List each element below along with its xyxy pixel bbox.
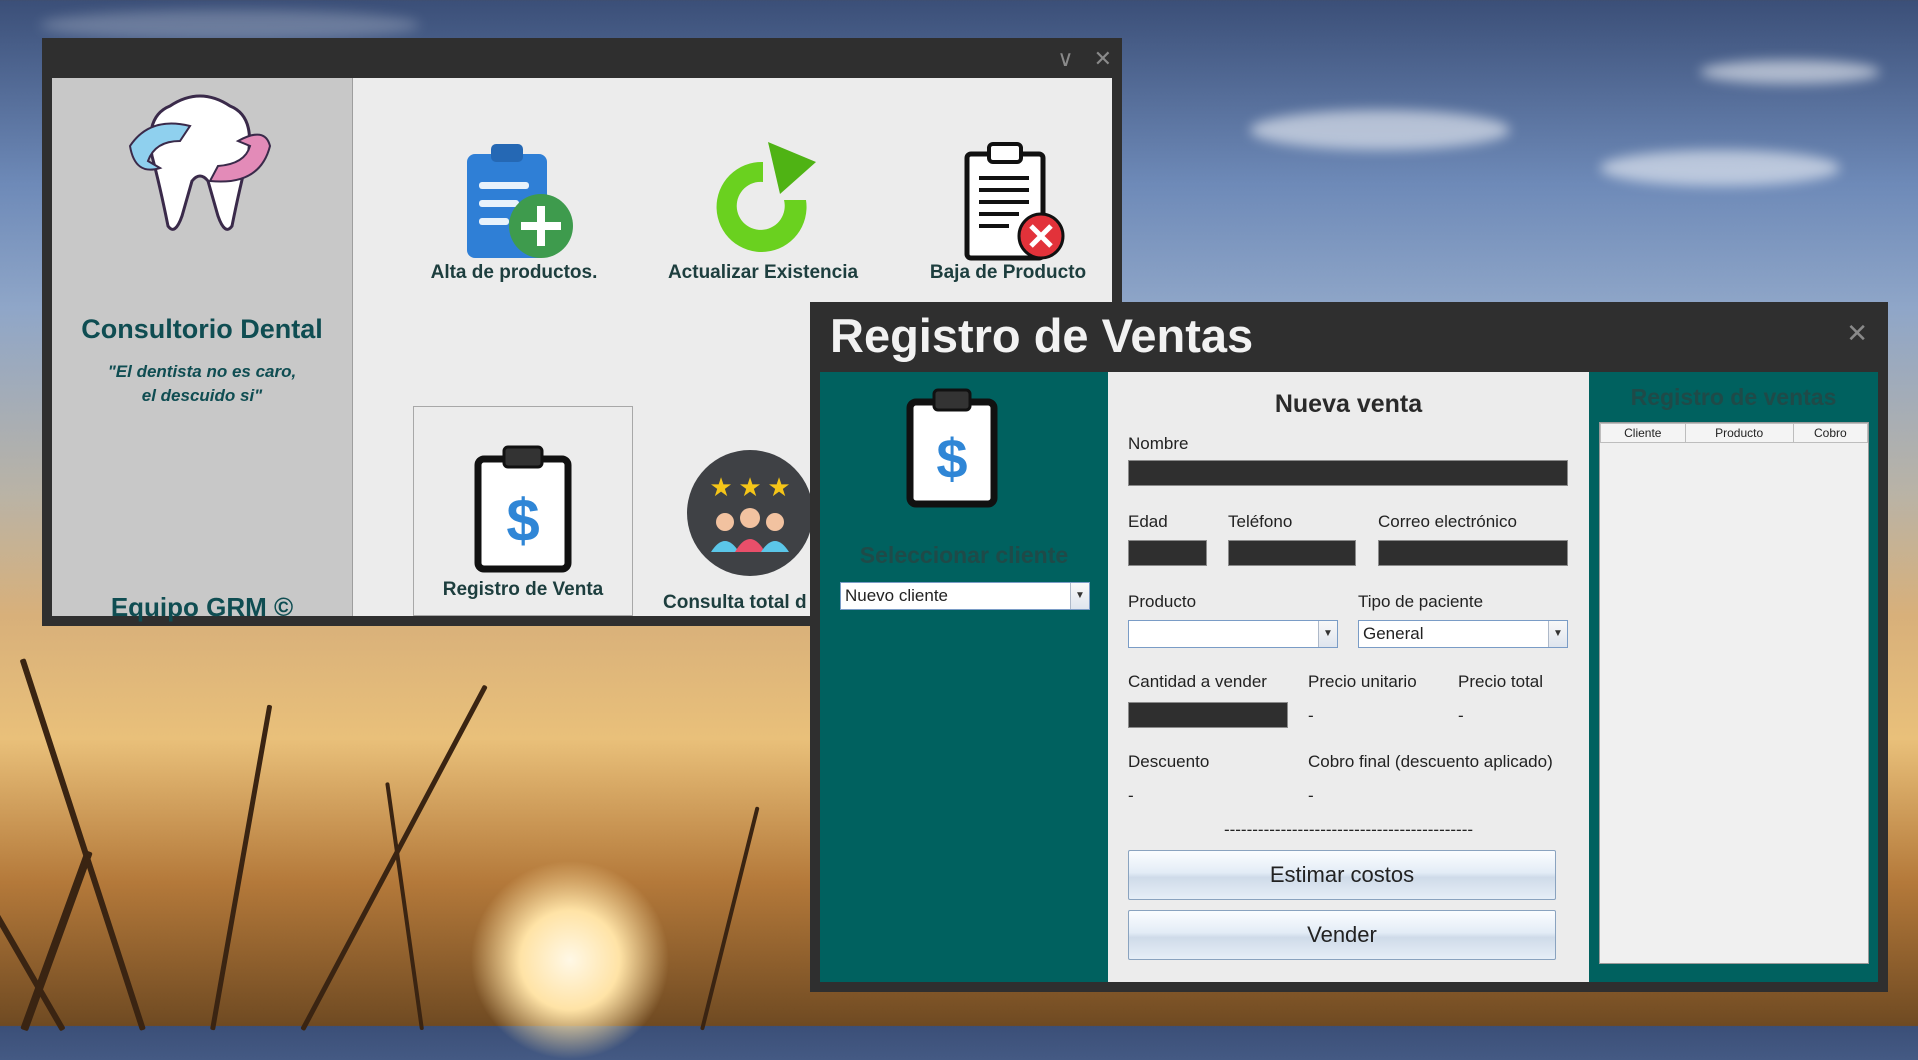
svg-text:$: $ <box>506 487 539 554</box>
sales-table: Cliente Producto Cobro <box>1600 423 1869 443</box>
tile-actualizar-existencia[interactable]: Actualizar Existencia <box>658 142 868 292</box>
cobro-final-value: - <box>1308 786 1314 805</box>
telefono-field[interactable] <box>1228 540 1356 566</box>
brand-title: Consultorio Dental <box>81 314 323 344</box>
precio-unitario-value: - <box>1308 706 1314 725</box>
customers-rating-icon: ★ ★ ★ <box>685 448 815 578</box>
cantidad-field[interactable] <box>1128 702 1288 728</box>
tile-consulta-total-label: Consulta total d <box>663 592 807 613</box>
sales-window-title: Registro de Ventas <box>830 309 1254 362</box>
client-select-value: Nuevo cliente <box>845 586 949 605</box>
producto-label: Producto <box>1128 592 1197 611</box>
precio-total-label: Precio total <box>1458 672 1544 691</box>
correo-label: Correo electrónico <box>1378 512 1517 531</box>
sales-window: Registro de Ventas ✕ $ Seleccionar clien… <box>810 302 1888 992</box>
brand-quote-line2: el descuido si" <box>141 386 263 405</box>
svg-text:★: ★ <box>709 472 732 502</box>
sales-record-heading: Registro de ventas <box>1630 384 1837 410</box>
edad-field[interactable] <box>1128 540 1207 566</box>
tooth-logo-icon <box>120 86 280 236</box>
tile-alta-productos-label: Alta de productos. <box>430 262 598 283</box>
svg-text:★: ★ <box>738 472 761 502</box>
tile-registro-venta-label: Registro de Venta <box>442 579 604 600</box>
tile-actualizar-existencia-label: Actualizar Existencia <box>667 262 859 283</box>
team-credit: Equipo GRM © <box>110 592 294 622</box>
minimize-chevron-icon[interactable]: ∨ <box>1057 46 1073 71</box>
sales-record-panel: Registro de ventas Cliente Producto Cobr… <box>1589 372 1878 982</box>
brand-quote-line1: "El dentista no es caro, <box>107 362 297 381</box>
clipboard-add-icon <box>449 142 579 262</box>
refresh-icon <box>698 142 828 262</box>
svg-text:★: ★ <box>767 472 790 502</box>
client-panel: $ Seleccionar cliente Nuevo cliente ▼ <box>820 372 1108 982</box>
tipo-paciente-label: Tipo de paciente <box>1358 592 1484 611</box>
clipboard-dollar-icon: $ <box>468 443 578 573</box>
edad-label: Edad <box>1128 512 1168 531</box>
producto-select[interactable]: ▼ <box>1128 620 1338 648</box>
main-sidebar: Consultorio Dental "El dentista no es ca… <box>52 78 353 622</box>
form-heading: Nueva venta <box>1274 390 1423 418</box>
separator-line: ----------------------------------------… <box>1223 820 1474 839</box>
sales-table-header-row: Cliente Producto Cobro <box>1600 423 1869 443</box>
vender-button[interactable]: Vender <box>1128 910 1556 960</box>
precio-total-value: - <box>1458 706 1464 725</box>
chevron-down-icon: ▼ <box>1318 621 1337 647</box>
close-icon[interactable]: ✕ <box>1846 318 1868 349</box>
select-client-label: Seleccionar cliente <box>859 542 1069 568</box>
cobro-final-label: Cobro final (descuento aplicado) <box>1308 752 1553 771</box>
chevron-down-icon: ▼ <box>1070 583 1089 609</box>
tile-baja-producto[interactable]: Baja de Producto <box>913 142 1103 292</box>
tipo-paciente-select[interactable]: General ▼ <box>1358 620 1568 648</box>
nombre-label: Nombre <box>1128 434 1189 453</box>
nombre-field[interactable] <box>1128 460 1568 486</box>
main-titlebar-controls: ∨ ✕ <box>1043 46 1112 72</box>
tile-registro-venta[interactable]: $ Registro de Venta <box>413 406 633 616</box>
clipboard-remove-icon <box>943 142 1073 262</box>
column-header-cobro[interactable]: Cobro <box>1792 423 1869 443</box>
column-header-cliente[interactable]: Cliente <box>1600 423 1686 443</box>
brand-quote: "El dentista no es caro, el descuido si" <box>52 360 352 408</box>
descuento-value: - <box>1128 786 1134 805</box>
svg-text:$: $ <box>936 427 967 490</box>
telefono-label: Teléfono <box>1228 512 1293 531</box>
cantidad-label: Cantidad a vender <box>1128 672 1267 691</box>
clipboard-dollar-icon: $ <box>902 388 1002 508</box>
tile-baja-producto-label: Baja de Producto <box>929 262 1087 283</box>
client-select[interactable]: Nuevo cliente ▼ <box>840 582 1090 610</box>
column-header-producto[interactable]: Producto <box>1684 423 1794 443</box>
new-sale-form: Nueva venta Nombre Edad Teléfono Correo … <box>1108 372 1589 982</box>
tile-alta-productos[interactable]: Alta de productos. <box>419 142 609 292</box>
close-icon[interactable]: ✕ <box>1094 46 1112 71</box>
correo-field[interactable] <box>1378 540 1568 566</box>
tipo-paciente-select-value: General <box>1363 624 1424 643</box>
sales-table-container: Cliente Producto Cobro <box>1599 422 1869 964</box>
descuento-label: Descuento <box>1128 752 1210 771</box>
chevron-down-icon: ▼ <box>1548 621 1567 647</box>
precio-unitario-label: Precio unitario <box>1308 672 1417 691</box>
estimar-costos-button[interactable]: Estimar costos <box>1128 850 1556 900</box>
